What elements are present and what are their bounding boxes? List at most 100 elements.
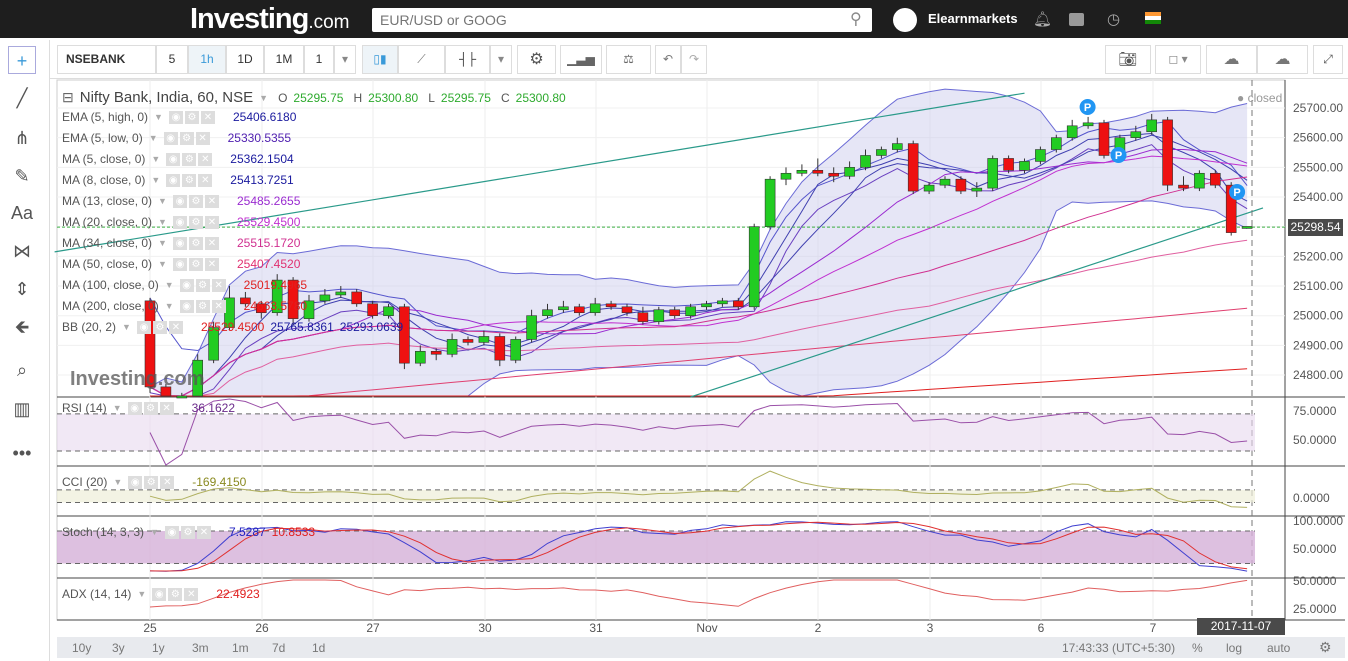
candles-icon[interactable]: ▯▮ [362, 45, 398, 74]
close-icon[interactable]: ✕ [159, 401, 174, 415]
undo-icon[interactable]: ↶ [655, 45, 681, 74]
avatar[interactable] [893, 8, 917, 32]
settings-gear-icon[interactable]: ⚙ [517, 45, 556, 74]
close-icon[interactable]: ✕ [184, 587, 199, 601]
gear-icon[interactable]: ⚙ [188, 215, 203, 229]
eye-icon[interactable]: ◉ [127, 401, 142, 415]
close-icon[interactable]: ✕ [195, 131, 210, 145]
gear-icon[interactable]: ⚙ [184, 110, 199, 124]
close-icon[interactable]: ✕ [200, 110, 215, 124]
portfolio-icon[interactable] [1069, 13, 1084, 26]
brush-icon[interactable]: ✎ [8, 162, 36, 190]
color-picker-button[interactable]: ◻ ▾ [1155, 45, 1201, 74]
line-chart-icon[interactable]: ⟋ [398, 45, 445, 74]
close-icon[interactable]: ✕ [204, 257, 219, 271]
candle-body [1098, 122, 1110, 156]
eye-icon[interactable]: ◉ [172, 194, 187, 208]
range-3y[interactable]: 3y [112, 641, 125, 655]
search-icon[interactable]: ⚲ [850, 9, 862, 29]
camera-icon[interactable]: 📷︎ [1105, 45, 1151, 74]
close-icon[interactable]: ✕ [196, 525, 211, 539]
range-10y[interactable]: 10y [72, 641, 91, 655]
fullscreen-icon[interactable]: ⤢ [1313, 45, 1343, 74]
close-icon[interactable]: ✕ [211, 299, 226, 313]
eye-icon[interactable]: ◉ [163, 131, 178, 145]
eye-icon[interactable]: ◉ [172, 257, 187, 271]
eye-icon[interactable]: ◉ [128, 475, 143, 489]
log-toggle[interactable]: log [1226, 641, 1242, 655]
symbol-input[interactable]: NSEBANK [57, 45, 156, 74]
clock-icon[interactable]: ◷ [1107, 10, 1120, 28]
close-icon[interactable]: ✕ [160, 475, 175, 489]
gear-icon[interactable]: ⚙ [144, 475, 159, 489]
close-icon[interactable]: ✕ [204, 194, 219, 208]
interval-1d[interactable]: 1D [226, 45, 264, 74]
fib-icon[interactable]: ⋔ [8, 124, 36, 152]
pattern-icon[interactable]: ⋈ [8, 237, 36, 265]
interval-1m[interactable]: 1M [264, 45, 304, 74]
gear-icon[interactable]: ⚙ [179, 131, 194, 145]
search-input[interactable] [372, 8, 872, 32]
interval-dropdown[interactable]: ▾ [334, 45, 356, 74]
compare-scales-icon[interactable]: ⚖ [606, 45, 651, 74]
range-3m[interactable]: 3m [192, 641, 209, 655]
gear-icon[interactable]: ⚙ [182, 173, 197, 187]
eye-icon[interactable]: ◉ [168, 110, 183, 124]
range-7d[interactable]: 7d [272, 641, 285, 655]
indicators-icon[interactable]: ▁▃▅ [560, 45, 602, 74]
percent-toggle[interactable]: % [1192, 641, 1203, 655]
gear-icon[interactable]: ⚙ [195, 299, 210, 313]
range-1m[interactable]: 1m [232, 641, 249, 655]
auto-toggle[interactable]: auto [1267, 641, 1290, 655]
interval-1h[interactable]: 1h [188, 45, 226, 74]
close-icon[interactable]: ✕ [211, 278, 226, 292]
interval-5[interactable]: 5 [156, 45, 188, 74]
india-flag-icon[interactable] [1145, 12, 1161, 24]
close-icon[interactable]: ✕ [204, 236, 219, 250]
gear-icon[interactable]: ⚙ [182, 152, 197, 166]
measure-icon[interactable]: ⇕ [8, 275, 36, 303]
eye-icon[interactable]: ◉ [164, 525, 179, 539]
eye-icon[interactable]: ◉ [166, 152, 181, 166]
eye-icon[interactable]: ◉ [152, 587, 167, 601]
gear-icon[interactable]: ⚙ [188, 236, 203, 250]
cloud-upload-icon[interactable]: ☁ [1257, 45, 1308, 74]
bars-icon[interactable]: ┤├ [445, 45, 490, 74]
close-icon[interactable]: ✕ [198, 152, 213, 166]
gear-icon[interactable]: ⚙ [143, 401, 158, 415]
cloud-download-icon[interactable]: ☁ [1206, 45, 1257, 74]
interval-1[interactable]: 1 [304, 45, 334, 74]
user-name[interactable]: Elearnmarkets [928, 11, 1018, 26]
chart-type-dropdown[interactable]: ▾ [490, 45, 512, 74]
eye-icon[interactable]: ◉ [179, 278, 194, 292]
close-icon[interactable]: ✕ [168, 320, 183, 334]
redo-icon[interactable]: ↷ [681, 45, 707, 74]
text-icon[interactable]: Aa [8, 199, 36, 227]
eye-icon[interactable]: ◉ [136, 320, 151, 334]
zoom-icon[interactable]: ⌕ [8, 356, 36, 384]
gear-icon[interactable]: ⚙ [152, 320, 167, 334]
indicator-icon[interactable]: ▥ [8, 395, 36, 423]
more-icon[interactable]: ••• [8, 439, 36, 467]
gear-icon[interactable]: ⚙ [188, 194, 203, 208]
close-icon[interactable]: ✕ [204, 215, 219, 229]
eye-icon[interactable]: ◉ [166, 173, 181, 187]
range-1d[interactable]: 1d [312, 641, 325, 655]
gear-icon[interactable]: ⚙ [180, 525, 195, 539]
bell-icon[interactable]: 🔔︎ [1033, 10, 1052, 28]
gear-icon[interactable]: ⚙ [195, 278, 210, 292]
investing-logo[interactable]: Investing.com [190, 3, 350, 36]
eye-icon[interactable]: ◉ [179, 299, 194, 313]
candle-body [923, 184, 935, 192]
trendline-icon[interactable]: ╱ [8, 84, 36, 112]
eye-icon[interactable]: ◉ [172, 236, 187, 250]
gear-icon[interactable]: ⚙ [188, 257, 203, 271]
arrow-left-icon[interactable]: 🡸 [8, 313, 36, 341]
ema-5-low-line [149, 144, 1248, 397]
settings-gear-icon[interactable]: ⚙ [1319, 639, 1332, 656]
close-icon[interactable]: ✕ [198, 173, 213, 187]
eye-icon[interactable]: ◉ [172, 215, 187, 229]
crosshair-icon[interactable]: + [8, 46, 36, 74]
gear-icon[interactable]: ⚙ [168, 587, 183, 601]
range-1y[interactable]: 1y [152, 641, 165, 655]
